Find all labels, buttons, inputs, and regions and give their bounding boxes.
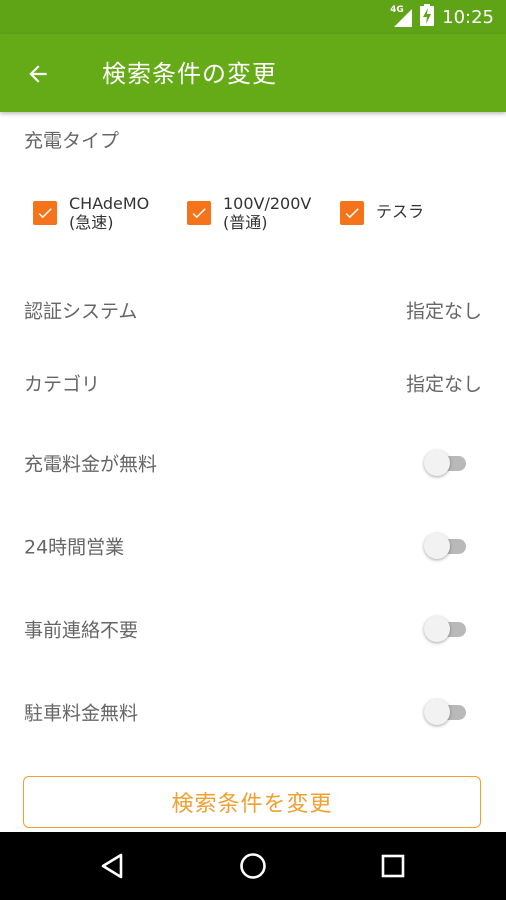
- checkbox-chademo[interactable]: CHAdeMO (急速): [33, 194, 149, 232]
- checkbox-label-line1: CHAdeMO: [69, 194, 150, 213]
- checkbox-label: 100V/200V (普通): [223, 194, 311, 232]
- auth-system-row[interactable]: 認証システム 指定なし: [0, 280, 506, 340]
- search-conditions-form: 充電タイプ CHAdeMO (急速) 100V/200V (普通) テスラ 認証…: [0, 112, 506, 832]
- open-24h-label: 24時間営業: [24, 536, 125, 559]
- no-advance-contact-row: 事前連絡不要: [0, 599, 506, 659]
- checkbox-100v-200v[interactable]: 100V/200V (普通): [187, 194, 311, 232]
- checkbox-label-line2: (普通): [223, 213, 268, 232]
- app-bar: 検索条件の変更: [0, 34, 506, 112]
- toggle-thumb: [424, 450, 450, 476]
- free-parking-row: 駐車料金無料: [0, 682, 506, 742]
- toggle-thumb: [424, 699, 450, 725]
- status-time: 10:25: [442, 6, 494, 28]
- auth-system-value: 指定なし: [405, 300, 482, 323]
- free-charge-toggle[interactable]: [424, 448, 468, 478]
- nav-back-button[interactable]: [93, 846, 133, 886]
- category-value: 指定なし: [405, 373, 482, 396]
- nav-home-button[interactable]: [233, 846, 273, 886]
- toggle-thumb: [424, 616, 450, 642]
- checkbox-checked-icon: [187, 201, 211, 225]
- checkbox-tesla[interactable]: テスラ: [340, 194, 424, 225]
- no-advance-contact-toggle[interactable]: [424, 614, 468, 644]
- no-advance-contact-label: 事前連絡不要: [24, 619, 139, 642]
- battery-charging-icon: [420, 4, 435, 30]
- checkbox-label: CHAdeMO (急速): [69, 194, 149, 232]
- back-button[interactable]: [20, 56, 56, 92]
- category-label: カテゴリ: [24, 373, 101, 396]
- toggle-thumb: [424, 533, 450, 559]
- checkbox-checked-icon: [340, 201, 364, 225]
- signal-icon: 4G: [390, 5, 413, 27]
- charge-type-options: CHAdeMO (急速) 100V/200V (普通) テスラ: [0, 194, 506, 254]
- status-bar: 4G 10:25: [0, 0, 506, 34]
- arrow-left-icon: [29, 65, 47, 83]
- free-charge-row: 充電料金が無料: [0, 433, 506, 493]
- open-24h-toggle[interactable]: [424, 531, 468, 561]
- change-search-button[interactable]: 検索条件を変更: [23, 776, 481, 828]
- navigation-bar: [0, 832, 506, 900]
- page-title: 検索条件の変更: [102, 60, 277, 88]
- checkbox-label: テスラ: [376, 202, 424, 221]
- category-row[interactable]: カテゴリ 指定なし: [0, 353, 506, 413]
- checkbox-label-line1: 100V/200V: [223, 194, 312, 213]
- charge-type-label: 充電タイプ: [24, 130, 120, 152]
- open-24h-row: 24時間営業: [0, 516, 506, 576]
- free-parking-toggle[interactable]: [424, 697, 468, 727]
- checkbox-label-line2: (急速): [69, 213, 114, 232]
- nav-recents-button[interactable]: [373, 846, 413, 886]
- auth-system-label: 認証システム: [24, 300, 138, 323]
- free-charge-label: 充電料金が無料: [24, 453, 158, 476]
- checkbox-checked-icon: [33, 201, 57, 225]
- recents-square-icon: [381, 854, 405, 878]
- free-parking-label: 駐車料金無料: [24, 702, 139, 725]
- checkbox-label-line1: テスラ: [376, 202, 425, 221]
- back-triangle-icon: [101, 853, 123, 879]
- home-circle-icon: [240, 853, 266, 879]
- status-icons: 4G 10:25: [390, 4, 494, 30]
